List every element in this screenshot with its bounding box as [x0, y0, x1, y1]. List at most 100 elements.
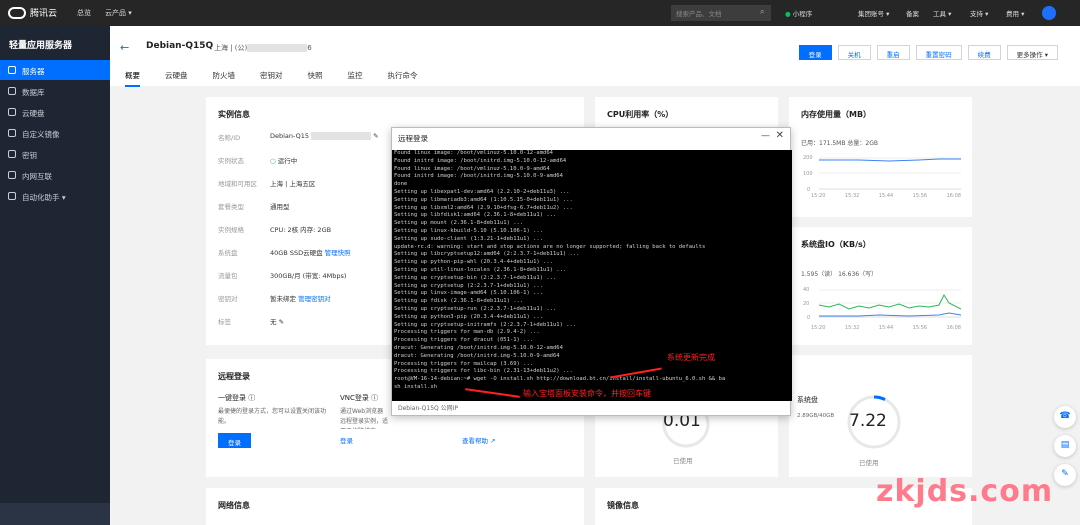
- terminal-output[interactable]: Found linux image: /boot/vmlinuz-5.10.0-…: [392, 150, 792, 401]
- page-title: Debian-Q15Q: [146, 41, 214, 51]
- terminal-line: Setting up util-linux-locales (2.36.1-8+…: [394, 266, 567, 273]
- onekey-login-button[interactable]: 登录: [218, 433, 251, 448]
- tab-overview[interactable]: 概要: [125, 70, 140, 87]
- renew-button[interactable]: 续费: [967, 45, 1001, 60]
- tab-monitor[interactable]: 监控: [348, 70, 363, 87]
- tab-keypair[interactable]: 密钥对: [260, 70, 283, 87]
- back-arrow-icon[interactable]: ←: [120, 41, 129, 54]
- docs-icon[interactable]: ▤: [1054, 435, 1076, 457]
- login-button[interactable]: 登录: [798, 45, 832, 60]
- sidebar-item-servers[interactable]: 服务器: [0, 60, 110, 80]
- memory-title: 内存使用量（MB）: [801, 110, 872, 119]
- miniapp-icon: ●: [785, 10, 791, 18]
- manage-snapshot-link[interactable]: 管理快照: [325, 249, 351, 257]
- nav-filing[interactable]: 备案: [906, 8, 919, 18]
- vnc-help-link[interactable]: 查看帮助 ↗: [462, 435, 496, 445]
- minimize-icon[interactable]: —: [761, 131, 770, 141]
- customer-service-icon[interactable]: ☎: [1054, 406, 1076, 428]
- row-region: 地域和可用区 上海 | 上海五区: [218, 180, 316, 188]
- sidebar-collapse[interactable]: [0, 503, 110, 525]
- terminal-footer: Debian-Q15Q 公网IP: [398, 405, 459, 412]
- tab-command[interactable]: 执行命令: [388, 70, 418, 87]
- avatar[interactable]: [1042, 6, 1056, 20]
- search-input[interactable]: 搜索产品、文档: [671, 5, 771, 21]
- automation-icon: [8, 192, 16, 200]
- edit-icon[interactable]: ✎: [373, 132, 378, 140]
- database-icon: [8, 87, 16, 95]
- row-plan: 套餐类型 通用型: [218, 203, 290, 211]
- terminal-line: Setting up libexpat1-dev:amd64 (2.2.10-2…: [394, 188, 570, 195]
- nav-tools[interactable]: 工具 ▾: [933, 8, 951, 18]
- sidebar-item-keys[interactable]: 密钥: [0, 144, 110, 164]
- instance-info-title: 实例信息: [218, 110, 250, 119]
- tab-firewall[interactable]: 防火墙: [213, 70, 236, 87]
- server-icon: [8, 66, 16, 74]
- redacted-ip: [247, 44, 308, 52]
- terminal-line: Setting up python-pip-whl (20.3.4-4+deb1…: [394, 259, 553, 266]
- network-icon: [8, 171, 16, 179]
- row-name: 名称/ID Debian-Q15 ✎: [218, 132, 379, 142]
- redacted-id: [311, 132, 372, 140]
- chevron-down-icon: ▾: [61, 193, 66, 202]
- terminal-line: Setting up fdisk (2.36.1-8+deb11u1) ...: [394, 298, 524, 305]
- tencent-cloud-logo[interactable]: 腾讯云: [8, 6, 57, 19]
- annotation-update-done: 系统更新完成: [667, 353, 715, 362]
- info-icon[interactable]: ⓘ: [248, 394, 255, 402]
- shutdown-button[interactable]: 关机: [837, 45, 871, 60]
- image-title: 镜像信息: [607, 501, 639, 510]
- terminal-line: dracut: Generating /boot/initrd.img-5.10…: [394, 352, 560, 359]
- sidebar-item-intranet[interactable]: 内网互联: [0, 165, 110, 185]
- diskio-panel: 系统盘IO（KB/s） 1.595（读） 16.636（写） 40 20 0 1…: [789, 227, 972, 345]
- remote-login-window[interactable]: 远程登录 — ✕ Found linux image: /boot/vmlinu…: [391, 127, 792, 416]
- terminal-line: update-rc.d: warning: start and stop act…: [394, 243, 706, 250]
- terminal-line: Setting up sudo-client (1:3.21-1+deb11u1…: [394, 235, 544, 242]
- sidebar-title: 轻量应用服务器: [9, 41, 73, 51]
- network-panel: 网络信息: [206, 488, 584, 525]
- terminal-line: Processing triggers for dracut (051-1) .…: [394, 337, 534, 344]
- vnc-login-link[interactable]: 登录: [340, 435, 353, 445]
- diskio-xticks: 15:20 15:32 15:44 15:56 16:08: [811, 325, 961, 331]
- tab-disk[interactable]: 云硬盘: [165, 70, 188, 87]
- row-keypair: 密钥对 暂未绑定 管理密钥对: [218, 295, 331, 303]
- info-icon[interactable]: ⓘ: [371, 394, 378, 402]
- terminal-line: Setting up libxml2:amd64 (2.9.10+dfsg-6.…: [394, 204, 573, 211]
- external-link-icon: ↗: [490, 437, 496, 445]
- tab-bar: 概要 云硬盘 防火墙 密钥对 快照 监控 执行命令: [125, 70, 418, 87]
- close-icon[interactable]: ✕: [776, 130, 784, 141]
- remote-login-title: 远程登录: [218, 372, 250, 381]
- terminal-line: dracut: Generating /boot/initrd.img-5.10…: [394, 344, 563, 351]
- top-bar: 腾讯云 总览 云产品 ▾ 搜索产品、文档 ⌕ ● 小程序 集团账号 ▾ 备案 工…: [0, 0, 1080, 26]
- edit-icon[interactable]: ✎: [279, 318, 284, 326]
- sidebar-item-database[interactable]: 数据库: [0, 81, 110, 101]
- reset-password-button[interactable]: 重置密码: [915, 45, 962, 60]
- status-running-icon: ○: [270, 157, 276, 165]
- nav-account[interactable]: 集团账号 ▾: [858, 8, 889, 18]
- restart-button[interactable]: 重启: [876, 45, 910, 60]
- sidebar-item-images[interactable]: 自定义镜像: [0, 123, 110, 143]
- nav-support[interactable]: 支持 ▾: [970, 8, 988, 18]
- network-title: 网络信息: [218, 501, 250, 510]
- terminal-line: Setting up linux-image-amd64 (5.10.106-1…: [394, 290, 544, 297]
- terminal-line: Setting up cryptsetup (2:2.3.7-1+deb11u1…: [394, 282, 544, 289]
- system-disk-panel: 系统盘 2.89GB/40GB 7.22 已使用: [789, 355, 972, 477]
- nav-products[interactable]: 云产品 ▾: [105, 8, 132, 18]
- edit-icon[interactable]: ✎: [1054, 464, 1076, 486]
- nav-home[interactable]: 总览: [77, 8, 91, 18]
- cpu-title: CPU利用率（%）: [607, 110, 674, 119]
- nav-billing[interactable]: 费用 ▾: [1006, 8, 1024, 18]
- memory-panel: 内存使用量（MB） 已用：171.5MB 总量：2GB 200 100 0 15…: [789, 97, 972, 217]
- row-traffic: 流量包 300GB/月 (带宽: 4Mbps): [218, 272, 347, 280]
- manage-keypair-link[interactable]: 管理密钥对: [298, 295, 331, 303]
- terminal-line: done: [394, 181, 408, 188]
- sidebar: 轻量应用服务器 服务器 数据库 云硬盘 自定义镜像 密钥 内网互联 自动化助手 …: [0, 26, 110, 525]
- sidebar-item-disk[interactable]: 云硬盘: [0, 102, 110, 122]
- nav-miniapp[interactable]: ● 小程序: [785, 8, 812, 18]
- watermark: zkjds.com: [876, 474, 1054, 509]
- tab-snapshot[interactable]: 快照: [308, 70, 323, 87]
- terminal-line: Found linux image: /boot/vmlinuz-5.10.0-…: [394, 150, 553, 156]
- terminal-line: root@VM-16-14-debian:~# wget -O install.…: [394, 376, 726, 383]
- more-actions-button[interactable]: 更多操作 ▾: [1006, 45, 1058, 60]
- sidebar-item-automation[interactable]: 自动化助手 ▾: [0, 186, 110, 206]
- terminal-line: Setting up cryptsetup-bin (2:2.3.7-1+deb…: [394, 274, 557, 281]
- terminal-line: Processing triggers for libc-bin (2.31-1…: [394, 368, 573, 375]
